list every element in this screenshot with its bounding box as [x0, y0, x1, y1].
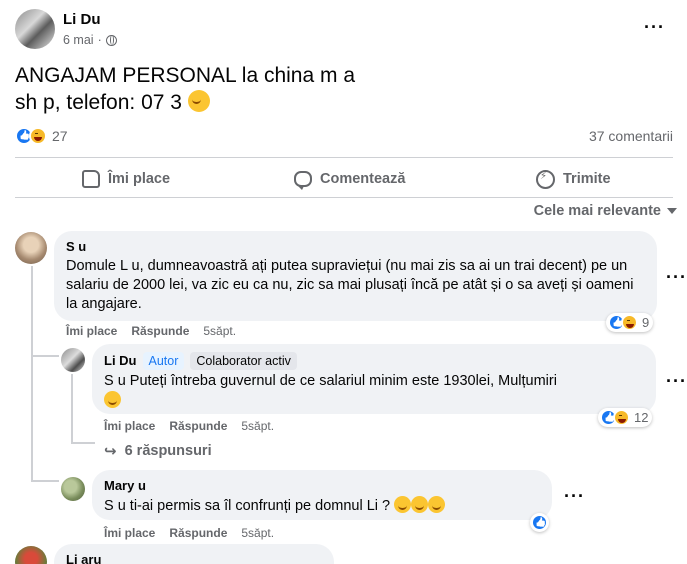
- comment-reply-button[interactable]: Răspunde: [131, 324, 189, 338]
- commenter-avatar[interactable]: [15, 232, 47, 264]
- replies-count: 6 răspunsuri: [124, 443, 212, 459]
- comment-label: Comentează: [320, 171, 406, 187]
- comment-bubble: Li Du Autor Colaborator activ S u Puteți…: [92, 344, 656, 414]
- thread-line: [71, 442, 95, 444]
- commenter-name[interactable]: Li Du Autor Colaborator activ: [104, 352, 644, 370]
- globe-icon: [105, 34, 117, 46]
- comment-text: S u ti-ai permis sa îl confrunți pe domn…: [104, 496, 540, 516]
- like-button[interactable]: Îmi place: [82, 162, 170, 196]
- commenter-avatar[interactable]: [61, 477, 85, 501]
- commenter-name[interactable]: Li aru: [66, 552, 322, 564]
- reply-arrow-icon: ↪: [104, 443, 117, 460]
- post-text-line2: sh p, telefon: 07 3: [15, 89, 675, 116]
- divider: [15, 197, 673, 198]
- thread-line: [71, 374, 73, 444]
- comment-more-icon[interactable]: ···: [666, 268, 687, 286]
- comment-reply-button[interactable]: Răspunde: [169, 526, 227, 540]
- smile-emoji-icon: [187, 90, 210, 112]
- author-badge: Autor: [142, 352, 185, 370]
- comment-time[interactable]: 5săpt.: [241, 526, 274, 540]
- comment-icon: [294, 171, 312, 190]
- author-name-text: Li Du: [63, 11, 101, 28]
- thread-line: [31, 266, 33, 482]
- comments-count-link[interactable]: 37 comentarii: [589, 128, 673, 144]
- comment-reaction-count: 12: [634, 410, 649, 425]
- comment-reactions[interactable]: 12: [598, 408, 653, 427]
- comment-reactions[interactable]: [530, 513, 549, 532]
- comment-reactions[interactable]: 9: [606, 313, 654, 332]
- post-time[interactable]: 6 mai: [63, 33, 94, 47]
- smile-emoji-icon: [104, 391, 121, 408]
- comment-text: S u Puteți întreba guvernul de ce salari…: [104, 372, 644, 411]
- comment-button[interactable]: Comentează: [294, 162, 405, 196]
- post-meta: 6 mai ·: [63, 33, 117, 47]
- laughing-emoji-icon: [394, 496, 412, 513]
- share-icon: [536, 169, 555, 189]
- thread-line: [31, 480, 59, 482]
- comment-more-icon[interactable]: ···: [564, 487, 585, 505]
- active-contributor-badge: Colaborator activ: [190, 352, 297, 370]
- sort-label: Cele mai relevante: [533, 203, 661, 219]
- comment-reply-button[interactable]: Răspunde: [169, 419, 227, 433]
- chevron-down-icon: [667, 208, 677, 214]
- comment-sort-dropdown[interactable]: Cele mai relevante: [534, 203, 677, 219]
- author-reply-avatar[interactable]: [61, 348, 85, 372]
- comment-text: Domule L u, dumneavoastră ați putea supr…: [66, 258, 634, 312]
- comment-bubble: Mary u S u ti-ai permis sa îl confrunți …: [92, 470, 552, 520]
- post-text: ANGAJAM PERSONAL la china m a sh p, tele…: [15, 62, 675, 116]
- more-options-icon[interactable]: ···: [644, 18, 665, 36]
- like-icon: [82, 170, 100, 188]
- comment-like-button[interactable]: Îmi place: [104, 526, 155, 540]
- comment-time[interactable]: 5săpt.: [203, 324, 236, 338]
- thread-line: [31, 355, 59, 357]
- like-reaction-icon: [531, 514, 548, 531]
- comment-reaction-count: 9: [642, 315, 650, 330]
- comment-time[interactable]: 5săpt.: [241, 419, 274, 433]
- comment-bubble: Li aru: [54, 544, 334, 564]
- comment-more-icon[interactable]: ···: [666, 372, 687, 390]
- divider: [15, 157, 673, 158]
- commenter-name[interactable]: Mary u: [104, 478, 540, 494]
- comment-actions: Îmi place Răspunde 5săpt.: [104, 526, 274, 540]
- like-label: Îmi place: [108, 171, 171, 187]
- share-button[interactable]: Trimite: [536, 162, 611, 196]
- comment-like-button[interactable]: Îmi place: [104, 419, 155, 433]
- haha-reaction-icon: [621, 314, 638, 331]
- share-label: Trimite: [563, 171, 611, 187]
- view-replies-link[interactable]: ↪ 6 răspunsuri: [104, 442, 212, 460]
- comment-like-button[interactable]: Îmi place: [66, 324, 117, 338]
- post-author-name[interactable]: Li Du: [63, 11, 101, 28]
- comment-actions: Îmi place Răspunde 5săpt.: [104, 419, 274, 433]
- haha-reaction-icon: [29, 127, 47, 145]
- comment-bubble: S u Domule L u, dumneavoastră ați putea …: [54, 231, 657, 321]
- post-text-line1: ANGAJAM PERSONAL la china m a: [15, 64, 355, 87]
- comment-actions: Îmi place Răspunde 5săpt.: [66, 324, 236, 338]
- laughing-emoji-icon: [428, 496, 446, 513]
- haha-reaction-icon: [613, 409, 630, 426]
- reactions-count: 27: [52, 128, 68, 144]
- laughing-emoji-icon: [411, 496, 429, 513]
- author-avatar[interactable]: [15, 9, 55, 49]
- commenter-avatar[interactable]: [15, 546, 47, 564]
- commenter-name[interactable]: S u: [66, 239, 645, 255]
- reactions-summary[interactable]: 27: [15, 127, 68, 145]
